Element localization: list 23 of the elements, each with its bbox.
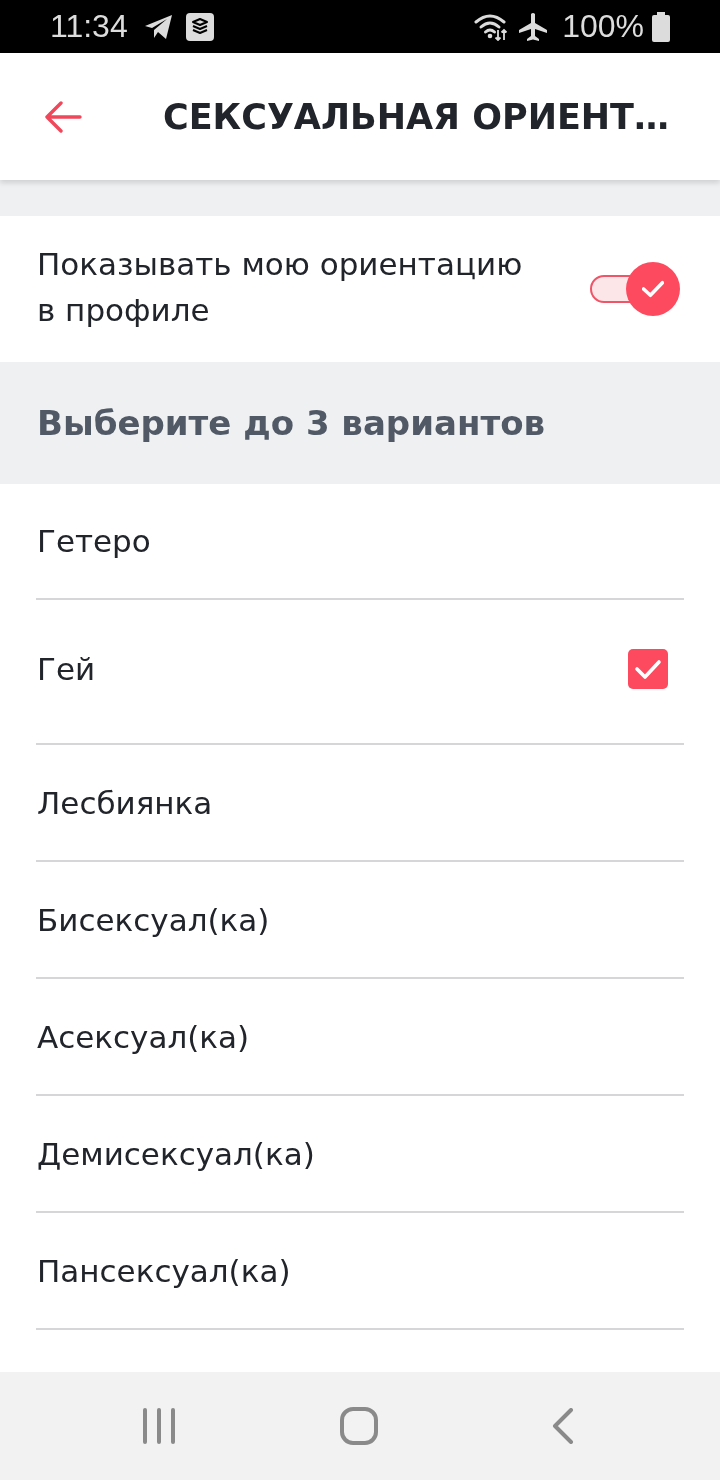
toggle-switch[interactable] <box>588 262 680 316</box>
clock-time: 11:34 <box>50 8 128 45</box>
option-item[interactable]: Гей <box>36 600 684 745</box>
back-arrow-icon <box>44 100 82 133</box>
option-item[interactable]: Пансексуал(ка) <box>36 1213 684 1330</box>
recent-apps-icon <box>142 1408 176 1444</box>
back-chevron-icon <box>552 1408 574 1444</box>
screen-title: СЕКСУАЛЬНАЯ ОРИЕНТ… <box>163 96 669 137</box>
battery-percentage: 100% <box>562 8 644 45</box>
stacked-layers-icon <box>185 12 214 41</box>
airplane-icon <box>518 11 549 42</box>
option-item[interactable]: Демисексуал(ка) <box>36 1096 684 1213</box>
checkmark-icon <box>642 280 664 298</box>
option-item[interactable]: Бисексуал(ка) <box>36 862 684 979</box>
option-item[interactable]: Гетеро <box>36 484 684 600</box>
paper-plane-icon <box>143 13 174 40</box>
section-header: Выберите до 3 вариантов <box>37 403 545 443</box>
option-item[interactable]: Асексуал(ка) <box>36 979 684 1096</box>
setting-label: Показывать мою ориентацию в профиле <box>37 245 524 330</box>
wifi-icon <box>474 12 509 41</box>
option-item[interactable]: Лесбиянка <box>36 745 684 862</box>
home-icon <box>340 1407 378 1445</box>
battery-icon <box>652 11 670 42</box>
